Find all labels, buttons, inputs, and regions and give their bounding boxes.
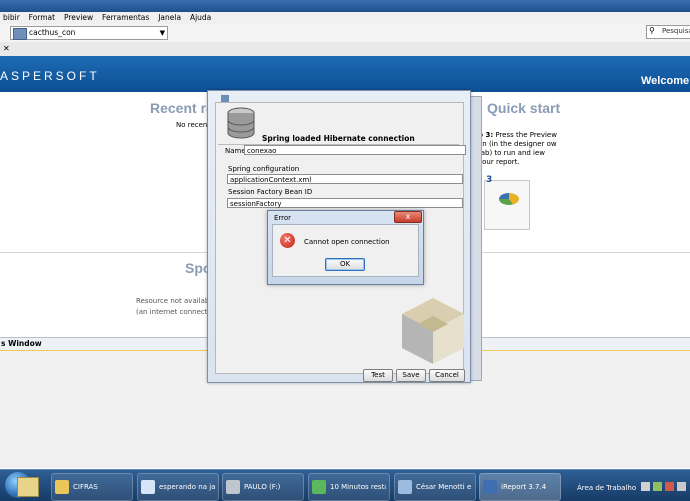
test-button[interactable]: Test	[363, 369, 393, 382]
report-thumbnail[interactable]: 3	[484, 175, 530, 230]
database-icon	[227, 107, 255, 139]
folder-icon	[55, 480, 69, 494]
document-icon	[398, 480, 412, 494]
menu-item-ajuda[interactable]: Ajuda	[187, 12, 214, 23]
close-icon[interactable]: x	[394, 211, 422, 223]
error-icon: ✕	[280, 233, 295, 248]
taskbar-item-label: PAULO (F:)	[244, 483, 281, 491]
error-dialog-title: Error	[274, 214, 292, 222]
menu-item-format[interactable]: Format	[26, 12, 58, 23]
name-label: Name	[225, 147, 246, 155]
taskbar-item-search[interactable]: esperando na jan...	[137, 473, 219, 501]
menu-item-ferramentas[interactable]: Ferramentas	[99, 12, 152, 23]
session-factory-field[interactable]: sessionFactory	[227, 198, 463, 208]
menu-item-preview[interactable]: Preview	[61, 12, 96, 23]
security-icon[interactable]	[665, 482, 674, 491]
search-input[interactable]: ⚲ Pesquisar	[646, 25, 690, 39]
brand-logo: ASPERSOFT	[0, 69, 100, 83]
taskbar-item-label: CIFRAS	[73, 483, 98, 491]
taskbar-item-label: 10 Minutos resta...	[330, 483, 386, 491]
drive-icon	[226, 480, 240, 494]
editor-tabstrip	[0, 42, 690, 57]
taskbar-item-drive[interactable]: PAULO (F:)	[222, 473, 304, 501]
volume-icon[interactable]	[677, 482, 686, 491]
save-button[interactable]: Save	[396, 369, 426, 382]
taskbar-item-label: César Menotti e ...	[416, 483, 472, 491]
taskbar-item-label: esperando na jan...	[159, 483, 215, 491]
pie-chart-icon	[499, 193, 519, 205]
close-tab-icon[interactable]: ✕	[3, 44, 10, 53]
search-icon: ⚲	[649, 26, 655, 35]
chevron-down-icon[interactable]: ▼	[160, 29, 165, 37]
taskbar-item-ireport[interactable]: iReport 3.7.4	[479, 473, 561, 501]
taskbar-item-label: iReport 3.7.4	[501, 483, 547, 491]
spring-config-label: Spring configuration	[228, 165, 300, 173]
taskbar-item-cifras[interactable]: CIFRAS	[51, 473, 133, 501]
dialog-title: Spring loaded Hibernate connection	[262, 134, 415, 143]
desktop-toolbar-label[interactable]: Área de Trabalho	[577, 484, 636, 492]
ireport-icon	[483, 480, 497, 494]
search-placeholder: Pesquisar	[662, 27, 690, 35]
ok-button[interactable]: OK	[325, 258, 365, 271]
menu-item-bibir[interactable]: bibir	[0, 12, 23, 23]
step3-text: p 3: Press the Preview on (in the design…	[478, 131, 558, 167]
window-titlebar	[0, 0, 690, 12]
spring-config-field[interactable]: applicationContext.xml	[227, 174, 463, 184]
welcome-title: Welcome	[641, 75, 690, 87]
copy-icon	[312, 480, 326, 494]
taskbar-item-copy[interactable]: 10 Minutos resta...	[308, 473, 390, 501]
session-factory-label: Session Factory Bean ID	[228, 188, 313, 196]
jaspersoft-banner	[0, 56, 690, 92]
project-combo-value: cacthus_con	[29, 28, 76, 37]
name-field[interactable]: conexao	[244, 145, 466, 155]
system-tray	[640, 480, 690, 496]
menu-item-janela[interactable]: Janela	[155, 12, 184, 23]
taskbar-item-document[interactable]: César Menotti e ...	[394, 473, 476, 501]
output-window-title: s Window	[1, 339, 42, 348]
recent-heading: Recent re	[150, 100, 214, 116]
quick-start-heading: Quick start	[487, 100, 561, 116]
project-combo[interactable]: cacthus_con ▼	[10, 26, 168, 40]
network-icon[interactable]	[653, 482, 662, 491]
error-message: Cannot open connection	[304, 238, 390, 246]
project-icon	[13, 28, 27, 40]
step-number-badge: 3	[486, 175, 493, 185]
tray-arrow-icon[interactable]	[641, 482, 650, 491]
cancel-button[interactable]: Cancel	[429, 369, 465, 382]
jaspersoft-cube-logo	[402, 298, 464, 364]
search-icon	[141, 480, 155, 494]
quicklaunch-icon[interactable]	[17, 477, 39, 497]
